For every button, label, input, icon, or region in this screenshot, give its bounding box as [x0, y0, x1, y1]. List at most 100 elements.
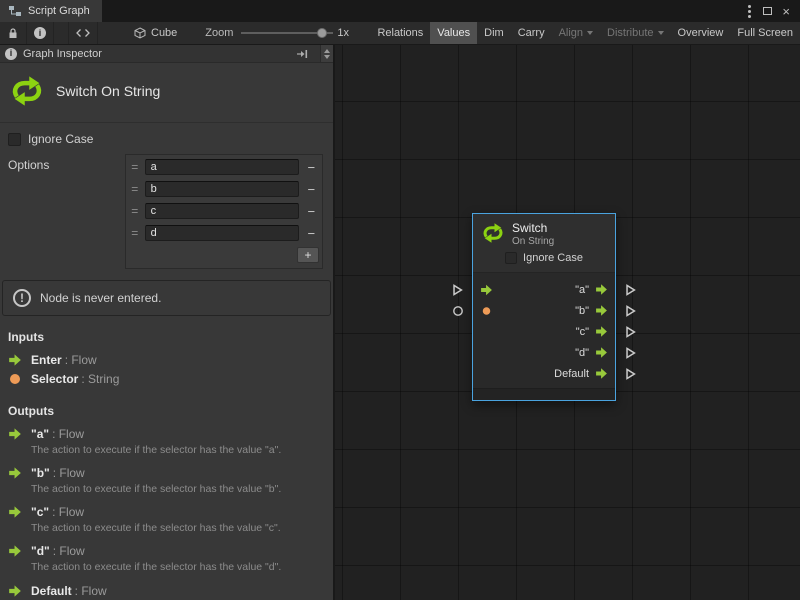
inputs-header: Inputs	[0, 322, 333, 350]
overview-button[interactable]: Overview	[671, 22, 731, 44]
flow-arrow-icon	[595, 325, 608, 338]
graph-inspector-panel: i Graph Inspector Switch On String Ignor…	[0, 45, 335, 600]
output-desc: The action to execute if the selector ha…	[31, 561, 325, 574]
align-dropdown[interactable]: Align	[552, 22, 600, 44]
flow-input-connect-port[interactable]	[452, 283, 463, 296]
tab-script-graph[interactable]: Script Graph	[0, 0, 102, 22]
chevron-down-icon	[587, 31, 593, 35]
triangle-port-icon	[452, 283, 463, 296]
graph-owner-button[interactable]: Cube	[134, 27, 177, 39]
flow-output-connect-port[interactable]	[625, 325, 636, 338]
node-header: Switch On String	[473, 214, 615, 249]
option-row: = −	[128, 156, 320, 178]
script-graph-icon	[8, 5, 22, 17]
drag-handle-icon[interactable]: =	[128, 226, 141, 240]
drag-handle-icon[interactable]: =	[128, 204, 141, 218]
maximize-icon[interactable]	[763, 7, 772, 15]
lock-button[interactable]	[0, 22, 27, 44]
options-list: = − = − = − =	[125, 154, 323, 269]
switch-on-string-icon	[481, 221, 505, 245]
string-dot-icon	[9, 373, 21, 385]
ignore-case-checkbox[interactable]	[8, 133, 21, 146]
input-row-enter: Enter: Flow	[0, 350, 333, 369]
warning-text: Node is never entered.	[40, 291, 161, 305]
flow-output-connect-port[interactable]	[625, 346, 636, 359]
output-port-label: Default	[554, 368, 589, 380]
output-port-label: "c"	[576, 326, 589, 338]
output-port-c[interactable]	[595, 325, 608, 338]
zoom-slider-knob[interactable]	[317, 28, 327, 38]
output-port-b[interactable]	[595, 304, 608, 317]
remove-option-button[interactable]: −	[303, 224, 320, 242]
close-icon[interactable]: ×	[782, 5, 790, 18]
tab-label: Script Graph	[28, 5, 90, 17]
enter-port[interactable]	[480, 283, 493, 296]
carry-button[interactable]: Carry	[511, 22, 552, 44]
node-subtitle: On String	[512, 236, 554, 247]
add-option-button[interactable]: +	[297, 247, 319, 263]
output-port-label: "a"	[575, 284, 589, 296]
flow-arrow-icon	[8, 353, 22, 367]
switch-on-string-node[interactable]: Switch On String Ignore Case "a"	[472, 213, 616, 401]
panel-resize-nub[interactable]	[320, 45, 333, 62]
code-view-button[interactable]	[68, 22, 98, 44]
node-ports: "a" "b" "c"	[473, 272, 615, 388]
script-graph-window: Script Graph × i Cube Zoom 1x Relations	[0, 0, 800, 600]
circle-port-icon	[452, 305, 464, 317]
option-input[interactable]	[145, 225, 299, 241]
option-input[interactable]	[145, 181, 299, 197]
input-row-selector: Selector: String	[0, 369, 333, 388]
triangle-port-icon	[625, 346, 636, 359]
remove-option-button[interactable]: −	[303, 158, 320, 176]
dim-button[interactable]: Dim	[477, 22, 511, 44]
option-input[interactable]	[145, 159, 299, 175]
selector-port[interactable]	[482, 306, 491, 315]
warning-icon: !	[13, 289, 31, 307]
options-section: Options = − = − = −	[0, 150, 333, 271]
node-ignore-case-row: Ignore Case	[473, 249, 615, 272]
unit-title-block: Switch On String	[0, 63, 333, 123]
values-button[interactable]: Values	[430, 22, 477, 44]
cube-icon	[134, 27, 146, 39]
output-row-d: "d": Flow	[0, 541, 333, 560]
zoom-slider[interactable]	[241, 22, 333, 44]
node-title: Switch	[512, 221, 554, 235]
info-icon: i	[34, 27, 46, 39]
flow-output-connect-port[interactable]	[625, 367, 636, 380]
info-button[interactable]: i	[27, 22, 54, 44]
string-dot-icon	[482, 306, 491, 315]
remove-option-button[interactable]: −	[303, 180, 320, 198]
port-row: "b"	[473, 300, 615, 321]
value-input-connect-port[interactable]	[452, 305, 464, 317]
dock-icon[interactable]	[296, 49, 308, 59]
code-icon	[76, 28, 90, 38]
graph-canvas[interactable]: Switch On String Ignore Case "a"	[335, 45, 800, 600]
drag-handle-icon[interactable]: =	[128, 160, 141, 174]
output-port-label: "d"	[575, 347, 589, 359]
triangle-port-icon	[625, 325, 636, 338]
full-screen-button[interactable]: Full Screen	[730, 22, 800, 44]
output-desc: The action to execute if the selector ha…	[31, 483, 325, 496]
unit-title: Switch On String	[56, 83, 160, 99]
distribute-dropdown[interactable]: Distribute	[600, 22, 670, 44]
options-label: Options	[8, 154, 125, 172]
lock-icon	[7, 27, 19, 39]
flow-arrow-icon	[8, 427, 22, 441]
flow-arrow-icon	[595, 304, 608, 317]
output-port-d[interactable]	[595, 346, 608, 359]
flow-arrow-icon	[480, 283, 493, 296]
window-menu-icon[interactable]	[748, 10, 751, 13]
graph-toolbar: i Cube Zoom 1x Relations Values Dim Carr…	[0, 22, 800, 45]
output-port-a[interactable]	[595, 283, 608, 296]
ignore-case-checkbox[interactable]	[505, 252, 517, 264]
flow-output-connect-port[interactable]	[625, 283, 636, 296]
output-port-default[interactable]	[595, 367, 608, 380]
relations-button[interactable]: Relations	[370, 22, 430, 44]
option-input[interactable]	[145, 203, 299, 219]
flow-arrow-icon	[8, 466, 22, 480]
flow-output-connect-port[interactable]	[625, 304, 636, 317]
drag-handle-icon[interactable]: =	[128, 182, 141, 196]
port-row: "a"	[473, 279, 615, 300]
port-row: "d"	[473, 342, 615, 363]
remove-option-button[interactable]: −	[303, 202, 320, 220]
